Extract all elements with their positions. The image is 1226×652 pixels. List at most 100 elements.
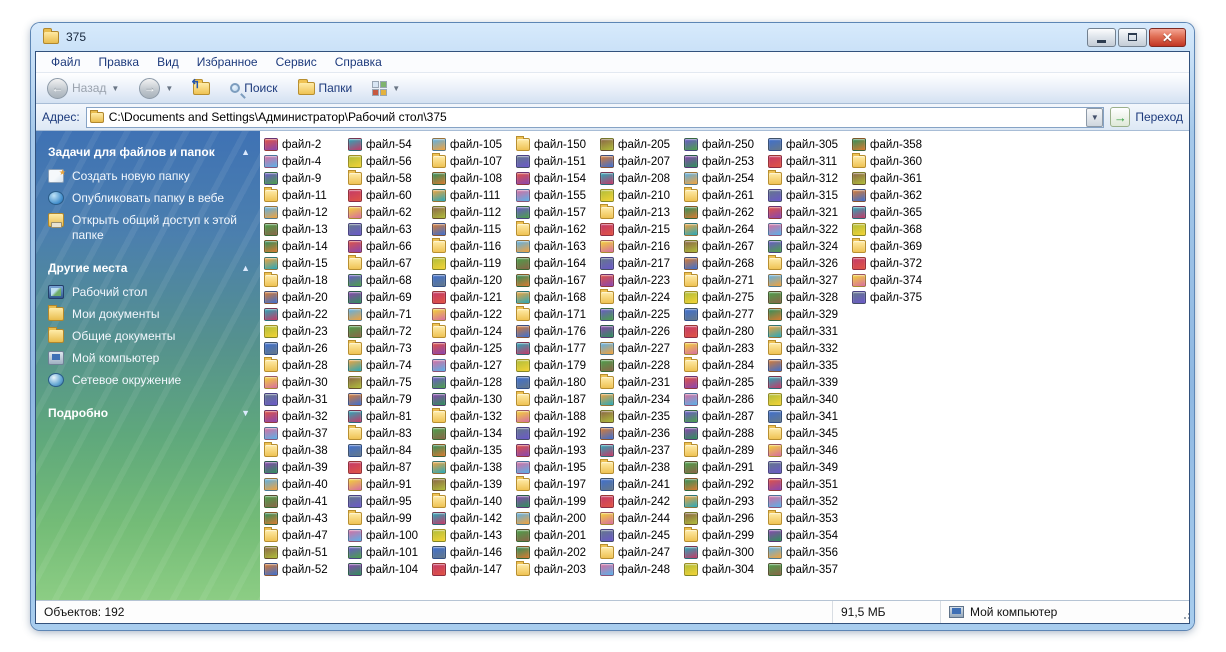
file-item[interactable]: файл-223: [598, 272, 682, 289]
file-item[interactable]: файл-271: [682, 272, 766, 289]
menu-item-5[interactable]: Справка: [326, 53, 391, 71]
file-item[interactable]: файл-22: [262, 306, 346, 323]
menu-item-4[interactable]: Сервис: [267, 53, 326, 71]
file-item[interactable]: файл-358: [850, 136, 934, 153]
back-dropdown-icon[interactable]: ▼: [111, 84, 119, 93]
address-dropdown-button[interactable]: ▼: [1086, 107, 1104, 127]
file-item[interactable]: файл-227: [598, 340, 682, 357]
maximize-button[interactable]: [1118, 27, 1147, 47]
file-item[interactable]: файл-335: [766, 357, 850, 374]
file-item[interactable]: файл-69: [346, 289, 430, 306]
file-item[interactable]: файл-147: [430, 561, 514, 578]
file-item[interactable]: файл-54: [346, 136, 430, 153]
file-item[interactable]: файл-127: [430, 357, 514, 374]
file-item[interactable]: файл-324: [766, 238, 850, 255]
file-item[interactable]: файл-15: [262, 255, 346, 272]
file-item[interactable]: файл-210: [598, 187, 682, 204]
file-item[interactable]: файл-138: [430, 459, 514, 476]
file-item[interactable]: файл-340: [766, 391, 850, 408]
file-item[interactable]: файл-329: [766, 306, 850, 323]
file-item[interactable]: файл-39: [262, 459, 346, 476]
file-item[interactable]: файл-193: [514, 442, 598, 459]
file-item[interactable]: файл-83: [346, 425, 430, 442]
go-button[interactable]: → Переход: [1110, 107, 1183, 127]
file-item[interactable]: файл-216: [598, 238, 682, 255]
file-item[interactable]: файл-339: [766, 374, 850, 391]
file-item[interactable]: файл-264: [682, 221, 766, 238]
forward-dropdown-icon[interactable]: ▼: [165, 84, 173, 93]
file-item[interactable]: файл-195: [514, 459, 598, 476]
file-item[interactable]: файл-124: [430, 323, 514, 340]
file-item[interactable]: файл-267: [682, 238, 766, 255]
file-item[interactable]: файл-60: [346, 187, 430, 204]
file-item[interactable]: файл-81: [346, 408, 430, 425]
file-item[interactable]: файл-187: [514, 391, 598, 408]
titlebar[interactable]: 375 ✕: [35, 23, 1190, 51]
file-item[interactable]: файл-234: [598, 391, 682, 408]
file-item[interactable]: файл-66: [346, 238, 430, 255]
sidebar-item[interactable]: Общие документы: [48, 327, 250, 344]
file-item[interactable]: файл-201: [514, 527, 598, 544]
file-item[interactable]: файл-168: [514, 289, 598, 306]
file-item[interactable]: файл-374: [850, 272, 934, 289]
file-item[interactable]: файл-107: [430, 153, 514, 170]
sidebar-section-header-2[interactable]: Подробно ▼: [48, 406, 250, 420]
file-item[interactable]: файл-277: [682, 306, 766, 323]
file-item[interactable]: файл-43: [262, 510, 346, 527]
file-item[interactable]: файл-157: [514, 204, 598, 221]
file-item[interactable]: файл-372: [850, 255, 934, 272]
file-item[interactable]: файл-38: [262, 442, 346, 459]
file-item[interactable]: файл-177: [514, 340, 598, 357]
menu-item-0[interactable]: Файл: [42, 53, 90, 71]
file-item[interactable]: файл-236: [598, 425, 682, 442]
file-item[interactable]: файл-250: [682, 136, 766, 153]
file-item[interactable]: файл-140: [430, 493, 514, 510]
file-item[interactable]: файл-262: [682, 204, 766, 221]
file-item[interactable]: файл-354: [766, 527, 850, 544]
file-item[interactable]: файл-150: [514, 136, 598, 153]
file-item[interactable]: файл-346: [766, 442, 850, 459]
file-item[interactable]: файл-238: [598, 459, 682, 476]
close-button[interactable]: ✕: [1149, 27, 1186, 47]
file-item[interactable]: файл-115: [430, 221, 514, 238]
file-item[interactable]: файл-18: [262, 272, 346, 289]
file-item[interactable]: файл-23: [262, 323, 346, 340]
address-input[interactable]: [108, 107, 1087, 127]
file-item[interactable]: файл-128: [430, 374, 514, 391]
file-item[interactable]: файл-73: [346, 340, 430, 357]
file-item[interactable]: файл-154: [514, 170, 598, 187]
file-item[interactable]: файл-275: [682, 289, 766, 306]
file-item[interactable]: файл-99: [346, 510, 430, 527]
file-item[interactable]: файл-291: [682, 459, 766, 476]
file-item[interactable]: файл-200: [514, 510, 598, 527]
file-item[interactable]: файл-341: [766, 408, 850, 425]
views-dropdown-icon[interactable]: ▼: [392, 84, 400, 93]
file-item[interactable]: файл-162: [514, 221, 598, 238]
file-item[interactable]: файл-188: [514, 408, 598, 425]
file-item[interactable]: файл-345: [766, 425, 850, 442]
file-item[interactable]: файл-28: [262, 357, 346, 374]
file-item[interactable]: файл-58: [346, 170, 430, 187]
file-item[interactable]: файл-108: [430, 170, 514, 187]
file-item[interactable]: файл-241: [598, 476, 682, 493]
file-item[interactable]: файл-351: [766, 476, 850, 493]
search-button[interactable]: Поиск: [225, 79, 282, 97]
file-item[interactable]: файл-192: [514, 425, 598, 442]
file-item[interactable]: файл-305: [766, 136, 850, 153]
file-item[interactable]: файл-283: [682, 340, 766, 357]
sidebar-item[interactable]: Создать новую папку: [48, 165, 250, 184]
file-item[interactable]: файл-37: [262, 425, 346, 442]
file-item[interactable]: файл-226: [598, 323, 682, 340]
menu-item-2[interactable]: Вид: [148, 53, 188, 71]
sidebar-section-header-0[interactable]: Задачи для файлов и папок ▲: [48, 145, 250, 159]
file-item[interactable]: файл-139: [430, 476, 514, 493]
file-item[interactable]: файл-296: [682, 510, 766, 527]
file-item[interactable]: файл-2: [262, 136, 346, 153]
up-button[interactable]: ↰: [188, 77, 215, 97]
file-item[interactable]: файл-9: [262, 170, 346, 187]
file-item[interactable]: файл-151: [514, 153, 598, 170]
file-item[interactable]: файл-349: [766, 459, 850, 476]
file-item[interactable]: файл-368: [850, 221, 934, 238]
file-item[interactable]: файл-207: [598, 153, 682, 170]
file-item[interactable]: файл-208: [598, 170, 682, 187]
